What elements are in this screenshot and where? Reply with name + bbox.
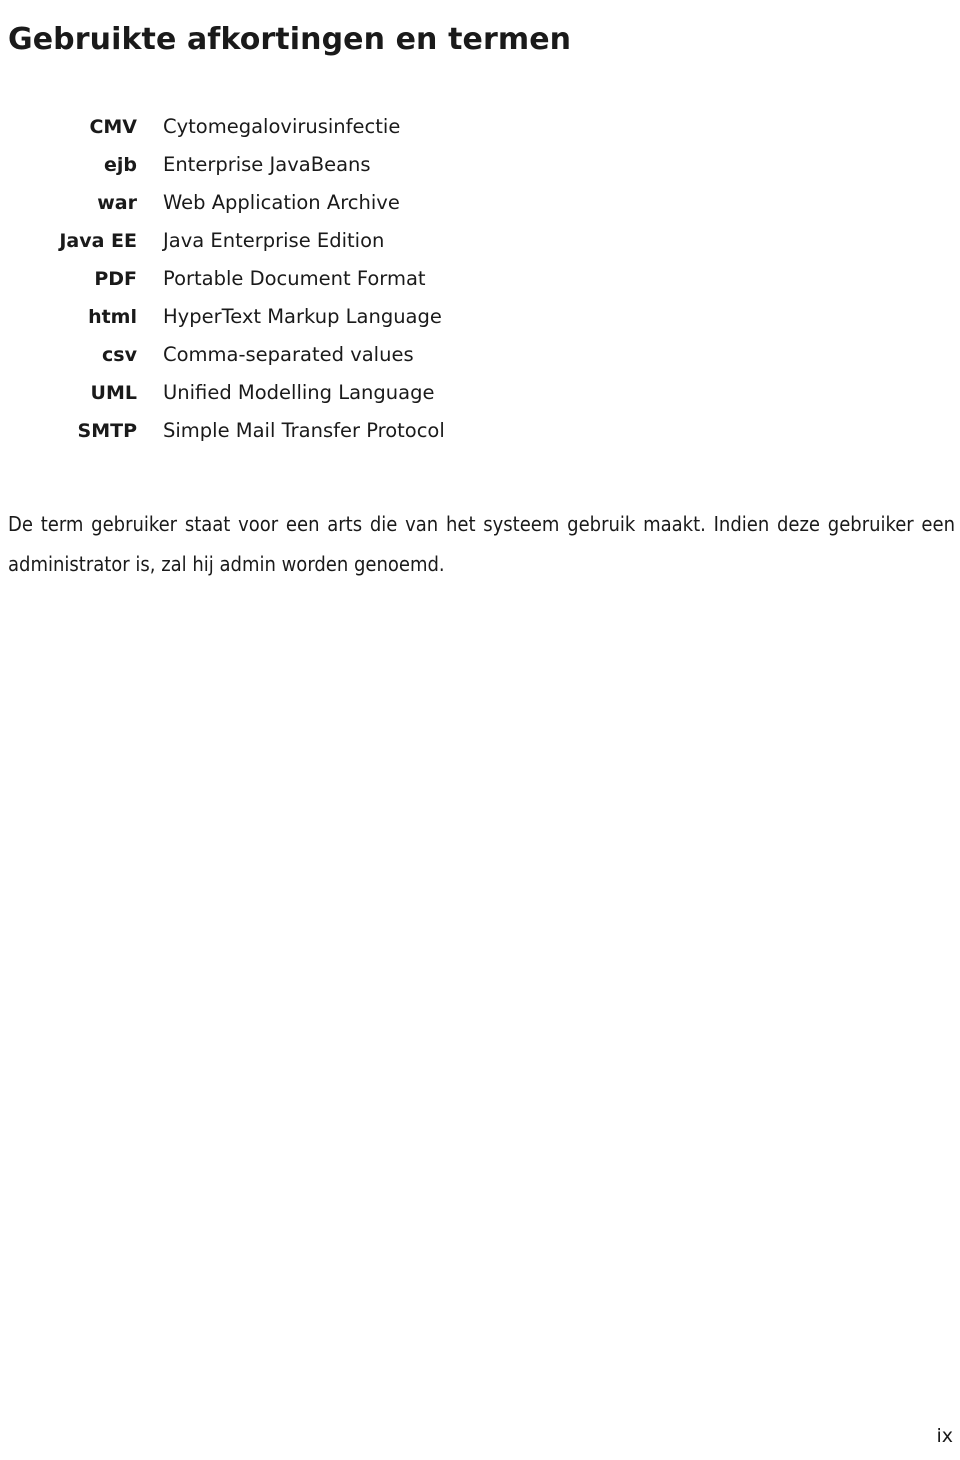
list-item: war Web Application Archive	[0, 184, 700, 222]
abbreviation-definition: Comma-separated values	[163, 343, 414, 366]
abbreviation-term: Java EE	[59, 230, 137, 252]
list-item: ejb Enterprise JavaBeans	[0, 146, 700, 184]
abbreviation-definition: Portable Document Format	[163, 267, 426, 290]
abbreviation-definition: Enterprise JavaBeans	[163, 153, 371, 176]
abbreviation-term: CMV	[89, 116, 137, 138]
body-paragraph: De term gebruiker staat voor een arts di…	[8, 512, 955, 576]
list-item: html HyperText Markup Language	[0, 298, 700, 336]
abbreviation-definition: Java Enterprise Edition	[163, 229, 385, 252]
abbreviation-term: UML	[90, 382, 137, 404]
abbreviation-definition: Unified Modelling Language	[163, 381, 435, 404]
abbreviation-definition: Simple Mail Transfer Protocol	[163, 419, 445, 442]
abbreviation-term: PDF	[94, 268, 137, 290]
abbreviation-term: html	[88, 306, 137, 328]
abbreviation-term: csv	[102, 344, 137, 366]
list-item: PDF Portable Document Format	[0, 260, 700, 298]
list-item: Java EE Java Enterprise Edition	[0, 222, 700, 260]
abbreviation-list: CMV Cytomegalovirusinfectie ejb Enterpri…	[0, 108, 700, 450]
abbreviation-term: ejb	[104, 154, 137, 176]
abbreviation-definition: Web Application Archive	[163, 191, 400, 214]
abbreviation-definition: HyperText Markup Language	[163, 305, 442, 328]
list-item: UML Unified Modelling Language	[0, 374, 700, 412]
page-number: ix	[936, 1425, 953, 1447]
abbreviation-definition: Cytomegalovirusinfectie	[163, 115, 401, 138]
list-item: csv Comma-separated values	[0, 336, 700, 374]
list-item: SMTP Simple Mail Transfer Protocol	[0, 412, 700, 450]
page-title: Gebruikte afkortingen en termen	[8, 22, 572, 58]
abbreviation-term: war	[97, 192, 137, 214]
document-page: Gebruikte afkortingen en termen CMV Cyto…	[0, 0, 960, 1460]
abbreviation-term: SMTP	[77, 420, 137, 442]
list-item: CMV Cytomegalovirusinfectie	[0, 108, 700, 146]
